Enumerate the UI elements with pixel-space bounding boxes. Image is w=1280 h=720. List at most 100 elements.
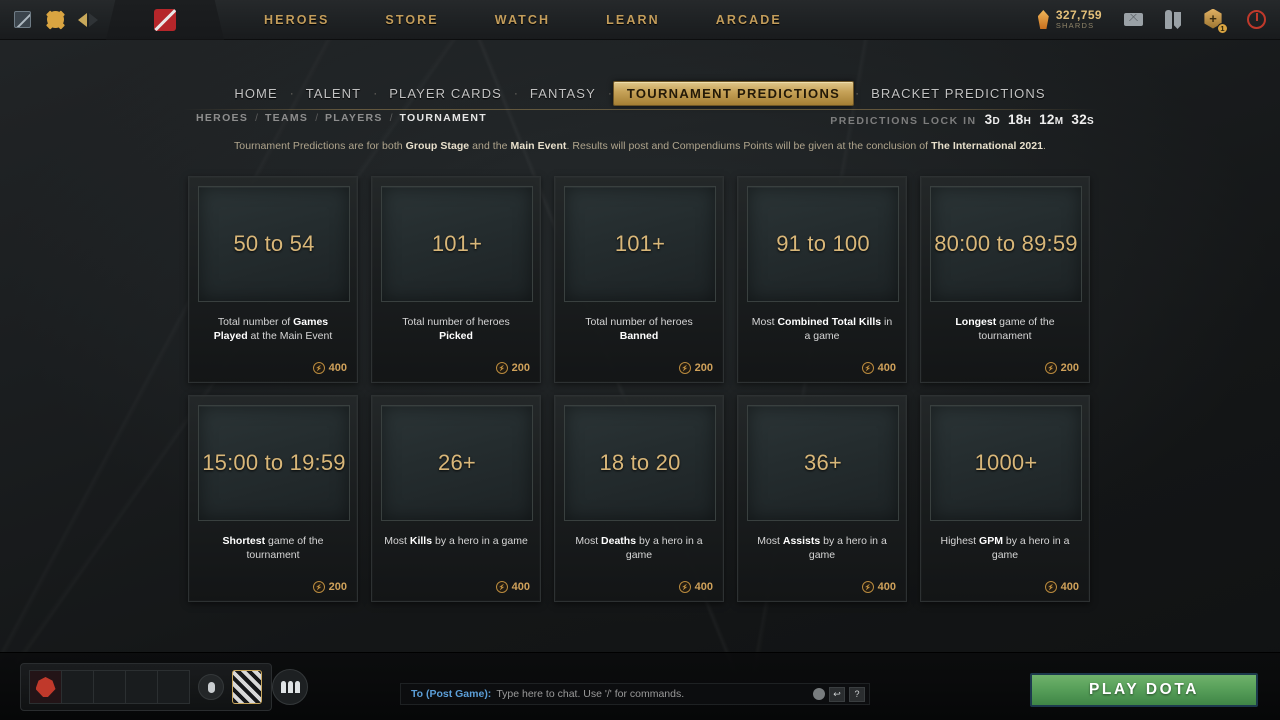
quests-hex-icon[interactable]: + 1 bbox=[1203, 8, 1228, 34]
breadcrumb-item-players[interactable]: PLAYERS bbox=[325, 112, 383, 124]
desc-bold: Picked bbox=[439, 330, 473, 343]
prediction-card[interactable]: 101+ Total number of heroes Picked 200 bbox=[371, 176, 541, 383]
dota-logo-icon[interactable] bbox=[12, 10, 32, 30]
lock-timer-label: PREDICTIONS LOCK IN bbox=[830, 115, 977, 127]
mail-icon[interactable] bbox=[1124, 13, 1143, 26]
points-value: 400 bbox=[877, 581, 896, 593]
microphone-icon[interactable] bbox=[198, 674, 224, 700]
party-slot-empty[interactable] bbox=[157, 670, 190, 704]
breadcrumb-separator: / bbox=[315, 112, 318, 124]
prediction-value-box[interactable]: 26+ bbox=[381, 405, 533, 521]
hero-portrait-icon bbox=[35, 677, 56, 697]
prediction-value-box[interactable]: 91 to 100 bbox=[747, 186, 899, 302]
prediction-card[interactable]: 36+ Most Assists by a hero in a game 400 bbox=[737, 395, 907, 602]
desc-bold: Longest bbox=[955, 316, 997, 328]
play-dota-button[interactable]: PLAY DOTA bbox=[1030, 673, 1258, 707]
prediction-description: Total number of heroes Picked bbox=[381, 315, 531, 343]
prediction-value: 101+ bbox=[614, 231, 666, 256]
help-icon[interactable]: ? bbox=[849, 686, 865, 702]
nav-item-store[interactable]: STORE bbox=[385, 13, 438, 27]
prediction-value-box[interactable]: 36+ bbox=[747, 405, 899, 521]
party-box bbox=[20, 663, 272, 711]
power-icon[interactable] bbox=[1247, 10, 1266, 29]
desc-post: by a hero in a game bbox=[625, 535, 703, 562]
breadcrumb-row: HEROES / TEAMS / PLAYERS / TOURNAMENT PR… bbox=[0, 112, 1280, 132]
banner-icon[interactable] bbox=[232, 670, 262, 704]
shards-label: SHARDS bbox=[1055, 20, 1095, 30]
gear-icon[interactable] bbox=[45, 10, 65, 30]
prediction-points: 400 bbox=[861, 581, 896, 593]
prediction-card[interactable]: 80:00 to 89:59 Longest game of the tourna… bbox=[920, 176, 1090, 383]
points-value: 400 bbox=[1060, 581, 1079, 593]
desc-post: at the Main Event bbox=[247, 330, 333, 343]
prediction-value: 26+ bbox=[438, 450, 476, 475]
find-group-button[interactable] bbox=[272, 669, 308, 705]
prediction-points: 200 bbox=[312, 581, 347, 593]
breadcrumb-item-teams[interactable]: TEAMS bbox=[265, 112, 308, 124]
breadcrumb-item-tournament[interactable]: TOURNAMENT bbox=[399, 112, 486, 124]
nav-item-heroes[interactable]: HEROES bbox=[264, 13, 329, 27]
compendium-points-icon bbox=[861, 362, 874, 374]
prediction-value: 91 to 100 bbox=[776, 231, 870, 256]
prediction-value-box[interactable]: 101+ bbox=[564, 186, 716, 302]
prediction-value: 15:00 to 19:59 bbox=[202, 450, 346, 475]
prediction-value-box[interactable]: 15:00 to 19:59 bbox=[198, 405, 350, 521]
prediction-description: Shortest game of the tournament bbox=[198, 534, 348, 562]
dota-logo-red-icon[interactable] bbox=[106, 0, 224, 40]
quest-badge-count: 1 bbox=[1217, 22, 1228, 34]
prediction-card[interactable]: 26+ Most Kills by a hero in a game 400 bbox=[371, 395, 541, 602]
shard-icon bbox=[1037, 10, 1049, 29]
compendium-points-icon bbox=[312, 581, 325, 593]
points-value: 200 bbox=[694, 362, 713, 374]
nav-item-arcade[interactable]: ARCADE bbox=[716, 13, 782, 27]
tab-bracket-predictions[interactable]: BRACKET PREDICTIONS bbox=[860, 82, 1057, 105]
prediction-card[interactable]: 15:00 to 19:59 Shortest game of the tourn… bbox=[188, 395, 358, 602]
tab-talent[interactable]: TALENT bbox=[295, 82, 372, 105]
party-slot-empty[interactable] bbox=[125, 670, 158, 704]
prediction-card[interactable]: 91 to 100 Most Combined Total Kills in a … bbox=[737, 176, 907, 383]
emoji-icon[interactable] bbox=[813, 688, 825, 700]
chat-input[interactable]: Type here to chat. Use '/' for commands. bbox=[496, 688, 684, 700]
prediction-card[interactable]: 1000+ Highest GPM by a hero in a game 400 bbox=[920, 395, 1090, 602]
tab-separator: · bbox=[607, 86, 612, 100]
prediction-card[interactable]: 101+ Total number of heroes Banned 200 bbox=[554, 176, 724, 383]
prediction-value-box[interactable]: 1000+ bbox=[930, 405, 1082, 521]
desc-post: by a hero in a game bbox=[991, 535, 1070, 562]
armory-icon[interactable] bbox=[1165, 10, 1181, 29]
prediction-value-box[interactable]: 101+ bbox=[381, 186, 533, 302]
shards-counter[interactable]: 327,759 SHARDS bbox=[1037, 8, 1102, 30]
reply-icon[interactable]: ↩ bbox=[829, 686, 845, 702]
prediction-value-box[interactable]: 80:00 to 89:59 bbox=[930, 186, 1082, 302]
prediction-card-grid: 50 to 54 Total number of Games Played at … bbox=[188, 176, 1094, 602]
nav-item-watch[interactable]: WATCH bbox=[495, 13, 550, 27]
party-slot-empty[interactable] bbox=[93, 670, 126, 704]
nav-arrows[interactable] bbox=[78, 12, 98, 27]
info-part-4: . bbox=[1043, 140, 1046, 152]
prediction-card[interactable]: 18 to 20 Most Deaths by a hero in a game 4… bbox=[554, 395, 724, 602]
prediction-value-box[interactable]: 18 to 20 bbox=[564, 405, 716, 521]
desc-bold: GPM bbox=[979, 535, 1003, 547]
prediction-description: Highest GPM by a hero in a game bbox=[930, 534, 1080, 562]
tab-fantasy[interactable]: FANTASY bbox=[519, 82, 607, 105]
prediction-value: 1000+ bbox=[974, 450, 1038, 475]
party-slot-self[interactable] bbox=[29, 670, 62, 704]
prediction-points: 400 bbox=[312, 362, 347, 374]
compendium-points-icon bbox=[861, 581, 874, 593]
shards-amount: 327,759 bbox=[1055, 8, 1102, 23]
party-slot-empty[interactable] bbox=[61, 670, 94, 704]
chat-bar[interactable]: To (Post Game): Type here to chat. Use '… bbox=[400, 683, 870, 705]
desc-post: by a hero in a game bbox=[808, 535, 887, 562]
tab-tournament-predictions[interactable]: TOURNAMENT PREDICTIONS bbox=[612, 80, 855, 106]
prediction-card[interactable]: 50 to 54 Total number of Games Played at … bbox=[188, 176, 358, 383]
prediction-description: Most Combined Total Kills in a game bbox=[747, 315, 897, 343]
tab-home[interactable]: HOME bbox=[223, 82, 288, 105]
prediction-description: Most Deaths by a hero in a game bbox=[564, 534, 714, 562]
breadcrumb-item-heroes[interactable]: HEROES bbox=[196, 112, 248, 124]
nav-item-learn[interactable]: LEARN bbox=[606, 13, 660, 27]
chat-tools: ↩ ? bbox=[813, 686, 865, 702]
prediction-value-box[interactable]: 50 to 54 bbox=[198, 186, 350, 302]
desc-pre: Most bbox=[575, 535, 602, 547]
back-arrow-icon[interactable] bbox=[78, 12, 87, 27]
tab-player-cards[interactable]: PLAYER CARDS bbox=[378, 82, 513, 105]
forward-arrow-icon[interactable] bbox=[89, 12, 98, 27]
